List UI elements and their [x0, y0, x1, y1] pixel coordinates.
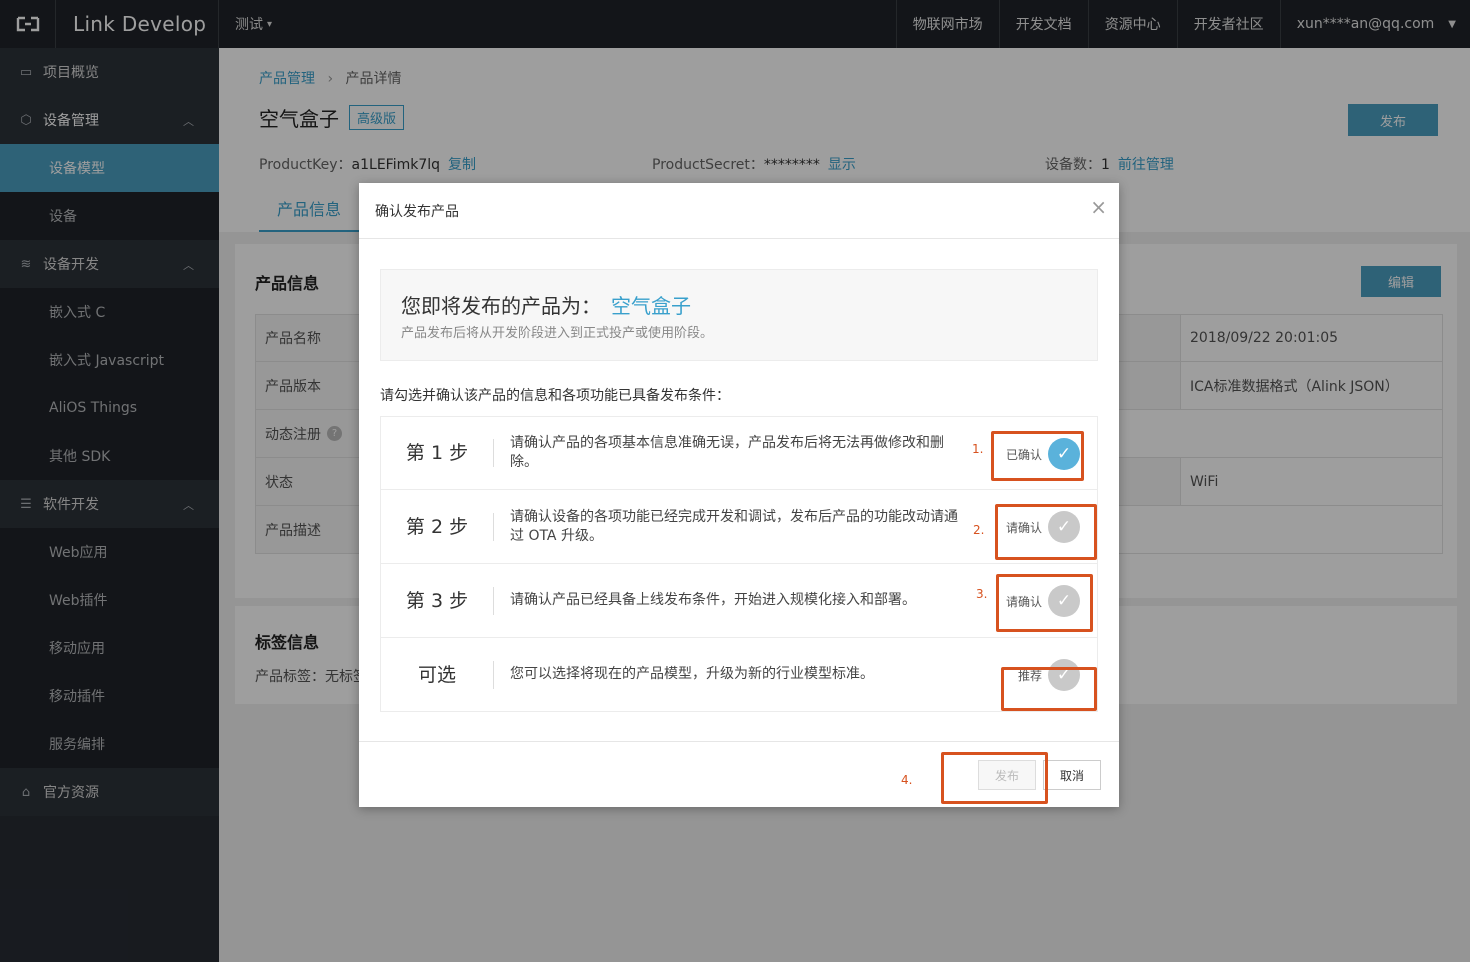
step-description: 请确认设备的各项功能已经完成开发和调试，发布后产品的功能改动请通过 OTA 升级… [510, 508, 958, 544]
step-label: 第 3 步 [381, 586, 494, 615]
dialog-header: 确认发布产品 × [359, 183, 1119, 239]
instruction-text: 请勾选并确认该产品的信息和各项功能已具备发布条件： [380, 388, 730, 404]
step-row: 第 2 步 请确认设备的各项功能已经完成开发和调试，发布后产品的功能改动请通过 … [380, 490, 1098, 564]
publish-summary: 您即将发布的产品为： 空气盒子 产品发布后将从开发阶段进入到正式投产或使用阶段。 [380, 269, 1098, 361]
step-row: 可选 您可以选择将现在的产品模型，升级为新的行业模型标准。 推荐 ✓ [380, 638, 1098, 712]
annotation-label-2: 2. [973, 523, 985, 537]
step-description: 请确认产品的各项基本信息准确无误，产品发布后将无法再做修改和删除。 [510, 435, 944, 470]
summary-prefix: 您即将发布的产品为： [401, 294, 601, 318]
step-description: 请确认产品已经具备上线发布条件，开始进入规模化接入和部署。 [510, 592, 916, 608]
step-label: 可选 [381, 660, 494, 689]
summary-heading: 您即将发布的产品为： 空气盒子 [401, 290, 691, 319]
annotation-box-3 [996, 574, 1093, 632]
annotation-box-4 [941, 752, 1048, 804]
summary-subtext: 产品发布后将从开发阶段进入到正式投产或使用阶段。 [401, 326, 714, 341]
step-row: 第 3 步 请确认产品已经具备上线发布条件，开始进入规模化接入和部署。 请确认 … [380, 564, 1098, 638]
step-description: 您可以选择将现在的产品模型，升级为新的行业模型标准。 [510, 666, 874, 682]
annotation-box-2 [995, 504, 1097, 560]
annotation-box-1 [991, 431, 1084, 481]
confirm-publish-dialog: 确认发布产品 × 您即将发布的产品为： 空气盒子 产品发布后将从开发阶段进入到正式… [359, 183, 1119, 807]
step-label: 第 2 步 [381, 512, 494, 541]
step-label: 第 1 步 [381, 439, 494, 467]
annotation-label-3: 3. [976, 587, 988, 601]
dialog-title: 确认发布产品 [375, 203, 459, 220]
dialog-cancel-button[interactable]: 取消 [1043, 760, 1101, 790]
annotation-label-1: 1. [972, 442, 984, 456]
close-icon[interactable]: × [1090, 197, 1107, 217]
summary-product-name: 空气盒子 [611, 294, 691, 318]
annotation-label-4: 4. [901, 773, 913, 787]
annotation-box-optional [1001, 667, 1097, 711]
